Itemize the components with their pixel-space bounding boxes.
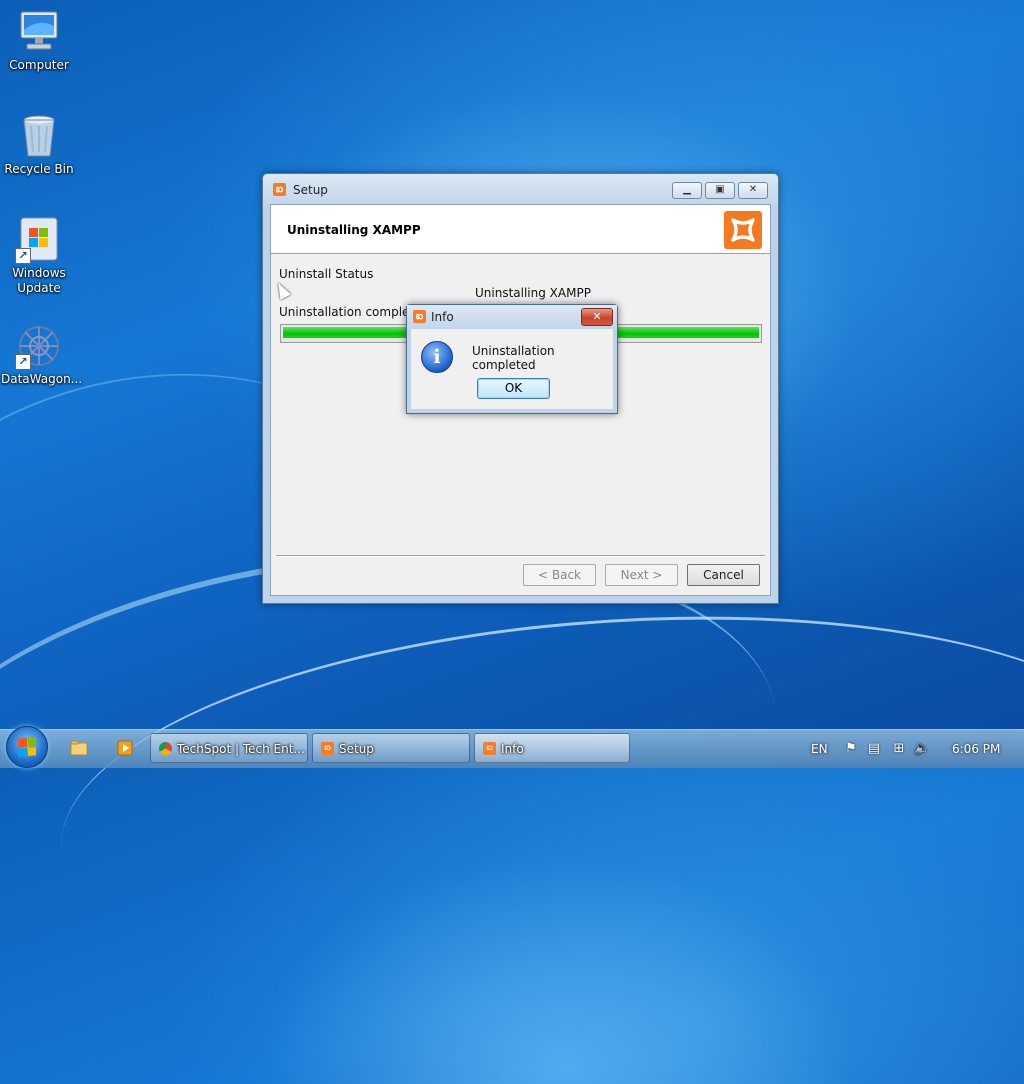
- windows-logo-icon: [18, 737, 36, 757]
- close-button[interactable]: ✕: [738, 182, 768, 199]
- xampp-icon: ఐ: [483, 742, 496, 755]
- info-titlebar[interactable]: ఐ Info ✕: [407, 305, 617, 329]
- setup-titlebar[interactable]: ఐ Setup ▁ ▣ ✕: [263, 174, 778, 204]
- xampp-icon: ఐ: [413, 310, 426, 323]
- action-center-flag-icon[interactable]: ⚑: [843, 741, 859, 757]
- ok-button[interactable]: OK: [477, 378, 550, 399]
- status-label: Uninstall Status: [279, 267, 374, 281]
- desktop-icon-label: Computer: [9, 58, 69, 72]
- windows-update-icon: ↗: [15, 216, 63, 264]
- back-button[interactable]: < Back: [523, 564, 596, 586]
- language-indicator[interactable]: EN: [811, 730, 828, 768]
- cancel-button[interactable]: Cancel: [687, 564, 760, 586]
- close-button[interactable]: ✕: [581, 308, 613, 326]
- shortcut-arrow-icon: ↗: [15, 354, 31, 370]
- media-player-pinned-icon[interactable]: [107, 733, 143, 763]
- taskbar-item-label: Info: [501, 742, 524, 756]
- chrome-icon: [159, 742, 172, 755]
- desktop-icon-label: DataWagon...: [1, 372, 83, 386]
- taskbar-item-label: Setup: [339, 742, 374, 756]
- desktop-icon-computer[interactable]: Computer: [1, 8, 77, 73]
- info-client-area: i Uninstallation completed OK: [411, 329, 613, 409]
- recycle-bin-icon: [15, 112, 63, 160]
- minimize-button[interactable]: ▁: [672, 182, 702, 199]
- taskbar-item-label: TechSpot | Tech Ent...: [177, 742, 305, 756]
- wizard-header: Uninstalling XAMPP: [271, 205, 770, 254]
- taskbar-item-techspot[interactable]: TechSpot | Tech Ent...: [150, 733, 308, 763]
- desktop-icon-windows-update[interactable]: ↗ Windows Update: [1, 216, 77, 296]
- xampp-icon: ఐ: [273, 183, 286, 196]
- clock[interactable]: 6:06 PM: [952, 730, 1000, 768]
- volume-icon[interactable]: 🔈: [914, 741, 930, 757]
- information-icon: i: [421, 341, 453, 373]
- desktop-icon-datawagon[interactable]: ↗ DataWagon...: [1, 322, 83, 387]
- separator: [276, 555, 765, 557]
- xampp-logo-icon: [724, 211, 762, 249]
- datawagon-icon: ↗: [15, 322, 63, 370]
- info-dialog[interactable]: ఐ Info ✕ i Uninstallation completed OK: [406, 304, 618, 414]
- status-center-text: Uninstalling XAMPP: [475, 286, 591, 300]
- page-title: Uninstalling XAMPP: [287, 223, 421, 237]
- explorer-pinned-icon[interactable]: [61, 733, 97, 763]
- desktop-icon-label: Windows Update: [12, 266, 66, 295]
- network-icon[interactable]: ▤: [866, 741, 882, 757]
- windows-update-tray-icon[interactable]: ⊞: [891, 741, 907, 757]
- computer-icon: [15, 8, 63, 56]
- taskbar: TechSpot | Tech Ent... ఐ Setup ఐ Info EN…: [0, 726, 1024, 768]
- start-button[interactable]: [6, 726, 48, 768]
- maximize-button[interactable]: ▣: [705, 182, 735, 199]
- shortcut-arrow-icon: ↗: [15, 248, 31, 264]
- xampp-icon: ఐ: [321, 742, 334, 755]
- next-button[interactable]: Next >: [605, 564, 678, 586]
- desktop-icon-label: Recycle Bin: [4, 162, 74, 176]
- window-title: Setup: [293, 183, 328, 197]
- dialog-message: Uninstallation completed: [472, 344, 555, 372]
- dialog-title: Info: [431, 310, 454, 324]
- taskbar-item-setup[interactable]: ఐ Setup: [312, 733, 470, 763]
- desktop-icon-recycle-bin[interactable]: Recycle Bin: [1, 112, 77, 177]
- taskbar-item-info[interactable]: ఐ Info: [474, 733, 630, 763]
